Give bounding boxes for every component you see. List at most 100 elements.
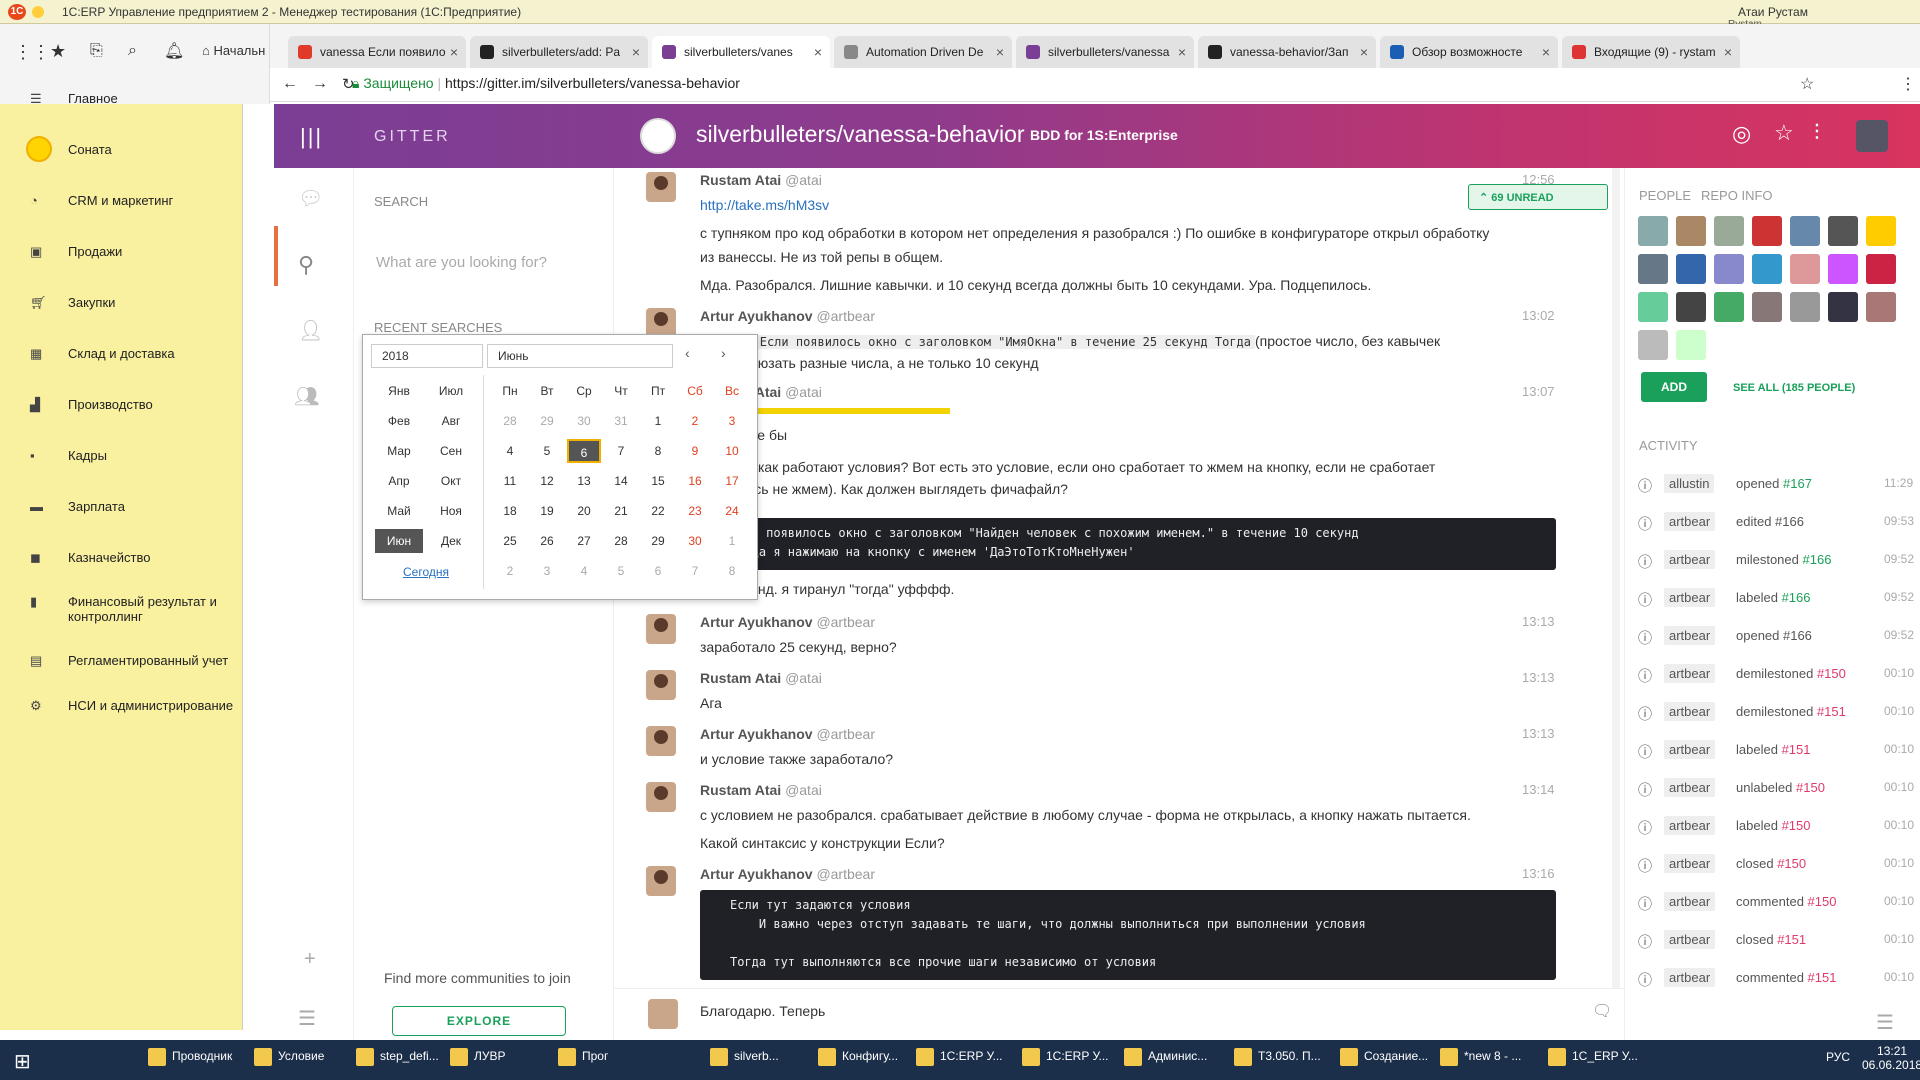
calendar-day[interactable]: 1 [641,409,675,433]
people-avatar[interactable] [1638,254,1668,284]
month-option[interactable]: Окт [427,469,475,493]
people-avatar[interactable] [1638,292,1668,322]
taskbar-item[interactable]: 1С:ERP У... [916,1048,1003,1072]
people-avatar[interactable] [1866,216,1896,246]
calendar-day[interactable]: 7 [678,559,712,583]
message-author[interactable]: Artur Ayukhanov @artbear [700,726,875,742]
people-avatar[interactable] [1714,216,1744,246]
calendar-day[interactable]: 3 [530,559,564,583]
search-icon[interactable]: ⌕ [128,42,137,60]
taskbar-item[interactable]: T3.050. П... [1234,1048,1321,1072]
taskbar-item[interactable]: 1С:ERP У... [1022,1048,1109,1072]
activity-ref[interactable]: #167 [1783,476,1812,491]
calendar-day[interactable]: 7 [604,439,638,463]
calendar-day[interactable]: 21 [604,499,638,523]
calendar-day[interactable]: 30 [567,409,601,433]
taskbar-item[interactable]: Админис... [1124,1048,1207,1072]
start-icon[interactable]: ⊞ [14,1049,31,1074]
message-link[interactable]: http://take.ms/hM3sv [700,194,1560,216]
activity-ref[interactable]: #151 [1817,704,1846,719]
search-input[interactable]: What are you looking for? [376,254,547,271]
calendar-day[interactable]: 26 [530,529,564,553]
calendar-day[interactable]: 29 [530,409,564,433]
people-avatar[interactable] [1638,330,1668,360]
activity-user[interactable]: artbear [1664,702,1716,721]
activity-user[interactable]: artbear [1664,930,1716,949]
browser-tab[interactable]: Automation Driven De × [834,36,1012,68]
calendar-day[interactable]: 23 [678,499,712,523]
calendar-day[interactable]: 4 [567,559,601,583]
hamburger-icon[interactable]: ☰ [298,1006,316,1031]
taskbar-item[interactable]: Проводник [148,1048,232,1072]
activity-ref[interactable]: #151 [1782,742,1811,757]
activity-ref[interactable]: #150 [1796,780,1825,795]
people-avatar[interactable] [1714,292,1744,322]
message-author[interactable]: Rustam Atai @atai [700,782,822,798]
globe-icon[interactable]: ◎ [1732,121,1751,147]
user-avatar[interactable] [646,670,676,700]
see-all-link[interactable]: SEE ALL (185 PEOPLE) [1733,382,1855,394]
message-author[interactable]: Rustam Atai @atai [700,670,822,686]
tab-close-icon[interactable]: × [1542,44,1550,60]
calendar-day[interactable]: 28 [604,529,638,553]
activity-user[interactable]: artbear [1664,778,1716,797]
calendar-day[interactable]: 15 [641,469,675,493]
calendar-day[interactable]: 16 [678,469,712,493]
people-avatar[interactable] [1828,292,1858,322]
room-name[interactable]: silverbulleters/vanessa-behavior [696,121,1025,148]
people-avatar[interactable] [1790,292,1820,322]
user-avatar[interactable] [646,782,676,812]
composer-input[interactable]: Благодарю. Теперь [700,1003,825,1019]
calendar-day[interactable]: 9 [678,439,712,463]
calendar-day[interactable]: 19 [530,499,564,523]
year-field[interactable]: 2018 [371,344,483,368]
people-avatar[interactable] [1866,254,1896,284]
month-option[interactable]: Июн [375,529,423,553]
chat-mode-icon[interactable]: 🗨︎ [1592,1001,1612,1021]
calendar-day[interactable]: 14 [604,469,638,493]
browser-tab[interactable]: vanessa Если появило × [288,36,466,68]
tab-people[interactable]: PEOPLE [1639,188,1691,203]
month-option[interactable]: Май [375,499,423,523]
bookmark-star-icon[interactable]: ☆ [1800,74,1814,94]
browser-tab[interactable]: Обзор возможносте × [1380,36,1558,68]
people-avatar[interactable] [1714,254,1744,284]
activity-user[interactable]: artbear [1664,854,1716,873]
tab-close-icon[interactable]: × [1178,44,1186,60]
people-avatar[interactable] [1866,292,1896,322]
history-icon[interactable]: ⎘ [90,42,103,60]
activity-ref[interactable]: #150 [1777,856,1806,871]
prev-month-icon[interactable]: ‹ [685,345,690,361]
next-month-icon[interactable]: › [721,345,726,361]
taskbar-item[interactable]: Создание... [1340,1048,1428,1072]
month-option[interactable]: Ноя [427,499,475,523]
calendar-day[interactable]: 2 [493,559,527,583]
forward-icon[interactable]: → [312,75,328,93]
activity-user[interactable]: artbear [1664,512,1716,531]
calendar-day[interactable]: 31 [604,409,638,433]
calendar-day[interactable]: 25 [493,529,527,553]
calendar-day[interactable]: 30 [678,529,712,553]
people-avatar[interactable] [1752,292,1782,322]
apps-grid-icon[interactable]: ⋮⋮ [14,42,50,63]
taskbar-item[interactable]: step_defi... [356,1048,439,1072]
calendar-day[interactable]: 18 [493,499,527,523]
calendar-day[interactable]: 10 [715,439,749,463]
activity-user[interactable]: artbear [1664,892,1716,911]
tab-close-icon[interactable]: × [1360,44,1368,60]
calendar-day[interactable]: 2 [678,409,712,433]
calendar-day[interactable]: 24 [715,499,749,523]
calendar-day[interactable]: 13 [567,469,601,493]
calendar-day[interactable]: 8 [641,439,675,463]
message-author[interactable]: Artur Ayukhanov @artbear [700,308,875,324]
activity-ref[interactable]: #166 [1782,590,1811,605]
community-icon[interactable]: 👥︎ [294,384,319,409]
user-avatar[interactable] [1856,120,1888,152]
calendar-day[interactable]: 12 [530,469,564,493]
calendar-day[interactable]: 8 [715,559,749,583]
calendar-day[interactable]: 20 [567,499,601,523]
activity-ref[interactable]: #151 [1808,970,1837,985]
user-avatar[interactable] [646,866,676,896]
menu-icon[interactable] [32,6,44,18]
month-option[interactable]: Янв [375,379,423,403]
